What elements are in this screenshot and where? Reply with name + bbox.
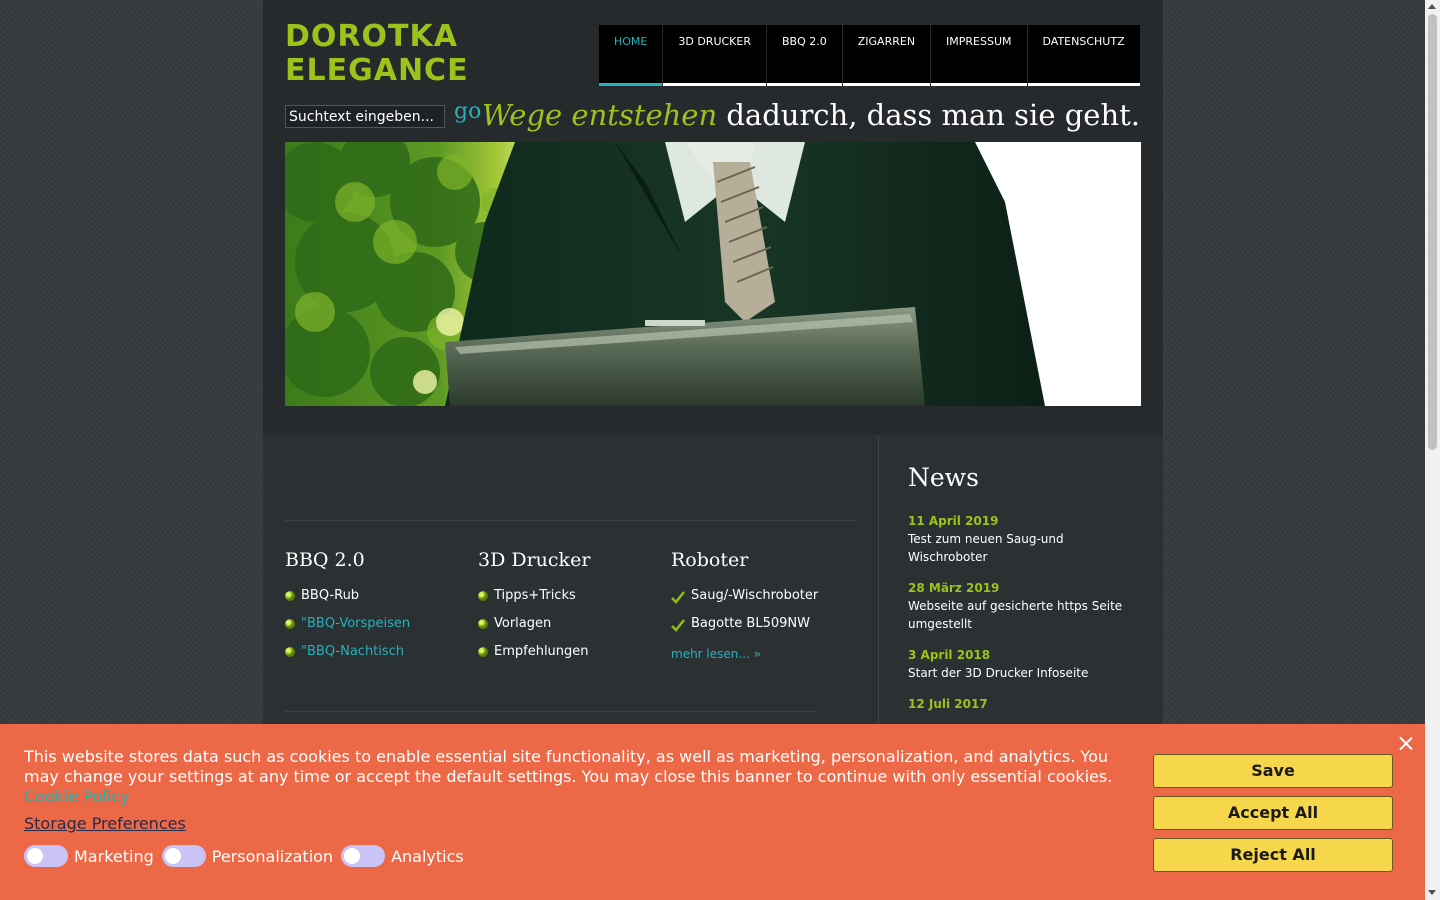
consent-toggles: Marketing Personalization Analytics [24, 845, 472, 867]
nav-item-bbq[interactable]: BBQ 2.0 [767, 25, 842, 86]
list-item-label: Saug/-Wischroboter [691, 588, 819, 603]
list-item-label: Tipps+Tricks [494, 588, 576, 603]
bullet-icon [478, 647, 488, 657]
bullet-icon [478, 619, 488, 629]
list-item[interactable]: BBQ-Rub [285, 587, 475, 615]
list-item-label: "BBQ-Vorspeisen [301, 616, 411, 631]
column-title-roboter: Roboter [671, 549, 749, 571]
news-title: News [908, 463, 979, 492]
checkmark-icon [671, 591, 685, 604]
news-date: 28 März 2019 [908, 581, 1000, 595]
scrollbar-thumb[interactable] [1428, 14, 1437, 450]
site-logo[interactable]: DOROTKA ELEGANCE [285, 20, 469, 88]
column-roboter: Roboter Saug/-Wischroboter Bagotte BL509… [671, 549, 861, 662]
list-item-label: Vorlagen [494, 616, 552, 631]
toggle-group-analytics: Analytics [341, 845, 464, 867]
news-item[interactable]: 12 Juli 2017 [908, 696, 1138, 713]
toggle-label: Analytics [391, 846, 464, 866]
column-list-bbq: BBQ-Rub "BBQ-Vorspeisen "BBQ-Nachtisch [285, 587, 475, 671]
page-scrollbar[interactable] [1425, 0, 1440, 900]
divider-top [285, 520, 856, 521]
personalization-toggle[interactable] [161, 845, 206, 867]
news-list: 11 April 2019 Test zum neuen Saug-und Wi… [908, 513, 1138, 727]
nav-item-impressum[interactable]: IMPRESSUM [931, 25, 1027, 86]
hero-businessman-laptop-image [285, 142, 1141, 406]
marketing-toggle[interactable] [24, 845, 68, 867]
list-item[interactable]: Saug/-Wischroboter [671, 587, 861, 615]
news-text: Start der 3D Drucker Infoseite [908, 666, 1089, 680]
news-item[interactable]: 11 April 2019 Test zum neuen Saug-und Wi… [908, 513, 1138, 566]
news-text: Test zum neuen Saug-und Wischroboter [908, 532, 1064, 564]
news-item[interactable]: 3 April 2018 Start der 3D Drucker Infose… [908, 647, 1138, 682]
toggle-label: Personalization [211, 846, 334, 866]
nav-item-zigarren[interactable]: ZIGARREN [842, 25, 931, 86]
news-text: Webseite auf gesicherte https Seite umge… [908, 599, 1123, 631]
list-item-label: Bagotte BL509NW [691, 616, 810, 631]
list-item[interactable]: Vorlagen [478, 615, 668, 643]
nav-item-home[interactable]: HOME [599, 25, 663, 86]
analytics-toggle[interactable] [341, 845, 386, 867]
logo-line-2: ELEGANCE [285, 53, 469, 88]
list-item[interactable]: Empfehlungen [478, 643, 668, 671]
list-item-label: Empfehlungen [494, 644, 589, 659]
cookie-banner: This website stores data such as cookies… [0, 724, 1425, 900]
slogan-rest: dadurch, dass man sie geht. [717, 98, 1140, 132]
search-go-button[interactable]: go [454, 99, 481, 124]
reject-all-button[interactable]: Reject All [1153, 838, 1393, 872]
list-item[interactable]: "BBQ-Vorspeisen [285, 615, 475, 643]
list-item[interactable]: Tipps+Tricks [478, 587, 668, 615]
storage-preferences-link[interactable]: Storage Preferences [24, 814, 186, 833]
main-nav: HOME 3D DRUCKER BBQ 2.0 ZIGARREN IMPRESS… [599, 25, 1140, 86]
nav-item-3d-drucker[interactable]: 3D DRUCKER [663, 25, 766, 86]
read-more-link[interactable]: mehr lesen... » [671, 647, 761, 661]
cookie-message: This website stores data such as cookies… [24, 747, 1113, 786]
header: DOROTKA ELEGANCE HOME 3D DRUCKER BBQ 2.0… [263, 0, 1163, 435]
column-title-bbq: BBQ 2.0 [285, 549, 365, 571]
bullet-icon [285, 619, 295, 629]
scroll-up-arrow-icon[interactable] [1428, 4, 1436, 9]
bullet-icon [478, 591, 488, 601]
toggle-group-marketing: Marketing [24, 845, 154, 867]
column-bbq: BBQ 2.0 BBQ-Rub "BBQ-Vorspeisen "BBQ-Nac… [285, 549, 475, 671]
news-item[interactable]: 28 März 2019 Webseite auf gesicherte htt… [908, 580, 1138, 633]
checkmark-icon [671, 619, 685, 632]
bullet-icon [285, 647, 295, 657]
nav-item-datenschutz[interactable]: DATENSCHUTZ [1027, 25, 1140, 86]
search-input[interactable] [285, 105, 445, 128]
column-list-3d-drucker: Tipps+Tricks Vorlagen Empfehlungen [478, 587, 668, 671]
news-date: 3 April 2018 [908, 648, 991, 662]
toggle-group-personalization: Personalization [161, 845, 334, 867]
cookie-policy-link[interactable]: Cookie Policy [24, 787, 129, 806]
toggle-label: Marketing [74, 846, 154, 866]
slogan: Wege entstehen dadurch, dass man sie geh… [482, 98, 1140, 132]
scroll-down-arrow-icon[interactable] [1428, 890, 1436, 895]
slogan-highlight: Wege entstehen [481, 98, 718, 132]
bullet-icon [285, 591, 295, 601]
column-title-3d-drucker: 3D Drucker [478, 549, 591, 571]
close-icon[interactable] [1399, 736, 1413, 750]
divider-bottom [285, 711, 816, 712]
list-item[interactable]: "BBQ-Nachtisch [285, 643, 475, 671]
news-date: 12 Juli 2017 [908, 697, 988, 711]
list-item-label: "BBQ-Nachtisch [301, 644, 405, 659]
news-date: 11 April 2019 [908, 514, 999, 528]
column-list-roboter: Saug/-Wischroboter Bagotte BL509NW [671, 587, 861, 643]
save-button[interactable]: Save [1153, 754, 1393, 788]
hero-image [285, 142, 1141, 406]
list-item-label: BBQ-Rub [301, 588, 360, 603]
accept-all-button[interactable]: Accept All [1153, 796, 1393, 830]
logo-line-1: DOROTKA [285, 19, 458, 54]
column-3d-drucker: 3D Drucker Tipps+Tricks Vorlagen Empfehl… [478, 549, 668, 671]
list-item[interactable]: Bagotte BL509NW [671, 615, 861, 643]
